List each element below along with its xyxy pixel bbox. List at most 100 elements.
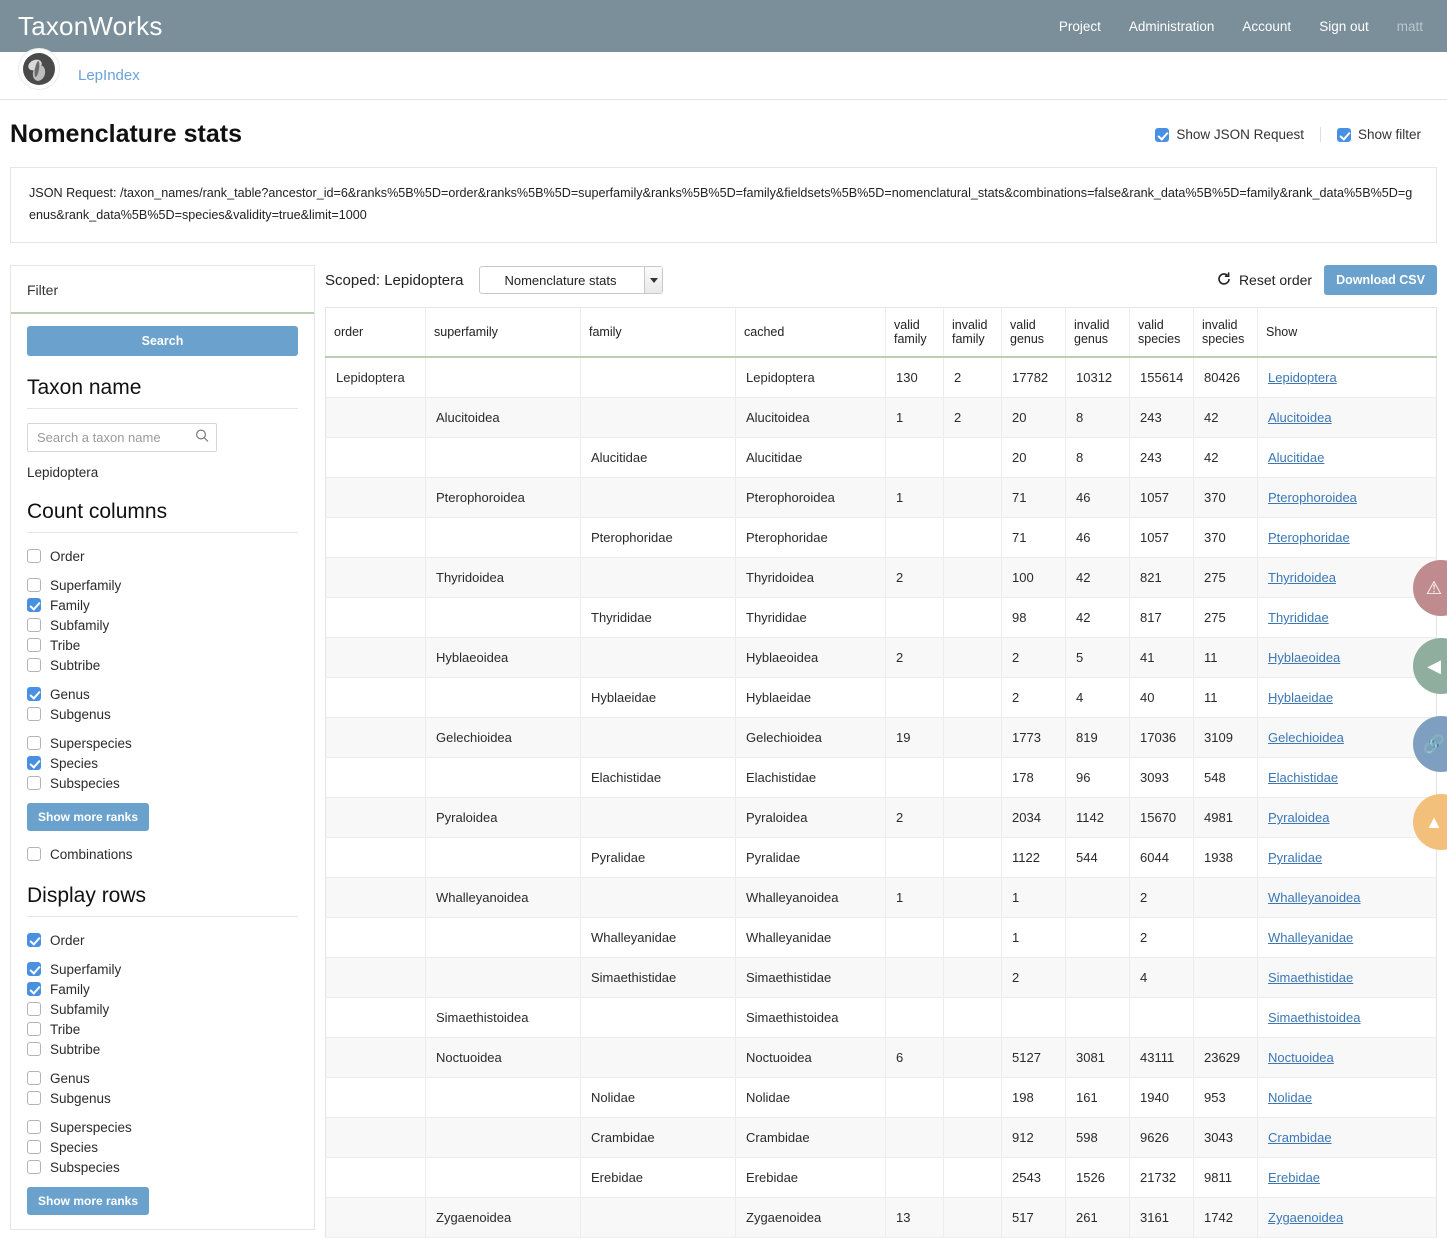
- show-json-request-toggle[interactable]: Show JSON Request: [1139, 127, 1320, 142]
- show-link[interactable]: Zygaenoidea: [1268, 1210, 1343, 1225]
- checkbox-row-combinations[interactable]: Combinations: [27, 844, 298, 864]
- count-superspecies-checkbox[interactable]: [27, 736, 41, 751]
- checkbox-row-count-species[interactable]: Species: [27, 753, 298, 773]
- count-species-checkbox[interactable]: [27, 756, 41, 771]
- radial-pin-button[interactable]: 🔗: [1413, 716, 1447, 772]
- show-link[interactable]: Pterophoroidea: [1268, 490, 1357, 505]
- display-family-checkbox[interactable]: [27, 982, 41, 997]
- show-filter-toggle[interactable]: Show filter: [1319, 127, 1437, 142]
- search-button[interactable]: Search: [27, 326, 298, 357]
- display-superspecies-checkbox[interactable]: [27, 1120, 41, 1135]
- display-subtribe-checkbox[interactable]: [27, 1042, 41, 1057]
- show-link[interactable]: Hyblaeidae: [1268, 690, 1333, 705]
- checkbox-row-display-order[interactable]: Order: [27, 930, 298, 950]
- app-brand[interactable]: TaxonWorks: [18, 11, 163, 42]
- display-subspecies-checkbox[interactable]: [27, 1160, 41, 1175]
- show-link[interactable]: Pterophoridae: [1268, 530, 1350, 545]
- show-link[interactable]: Simaethistoidea: [1268, 1010, 1361, 1025]
- checkbox-row-display-family[interactable]: Family: [27, 979, 298, 999]
- checkbox-row-display-subfamily[interactable]: Subfamily: [27, 999, 298, 1019]
- checkbox-row-count-subfamily[interactable]: Subfamily: [27, 615, 298, 635]
- count-order-checkbox[interactable]: [27, 549, 41, 564]
- project-name-link[interactable]: LepIndex: [78, 67, 140, 84]
- checkbox-row-display-tribe[interactable]: Tribe: [27, 1019, 298, 1039]
- display-superfamily-checkbox[interactable]: [27, 962, 41, 977]
- download-csv-button[interactable]: Download CSV: [1324, 265, 1437, 296]
- count-genus-checkbox[interactable]: [27, 687, 41, 702]
- checkbox-row-display-genus[interactable]: Genus: [27, 1068, 298, 1088]
- taxon-search-input[interactable]: [27, 423, 217, 453]
- checkbox-row-count-subtribe[interactable]: Subtribe: [27, 655, 298, 675]
- show-json-request-checkbox[interactable]: [1155, 127, 1170, 142]
- count-subfamily-checkbox[interactable]: [27, 618, 41, 633]
- show-link[interactable]: Whalleyanidae: [1268, 930, 1353, 945]
- column-header-cached[interactable]: cached: [735, 307, 886, 359]
- checkbox-row-display-species[interactable]: Species: [27, 1137, 298, 1157]
- column-header-valid-family[interactable]: valid family: [885, 307, 944, 359]
- checkbox-row-count-family[interactable]: Family: [27, 595, 298, 615]
- column-header-invalid-species[interactable]: invalid species: [1193, 307, 1258, 359]
- show-link[interactable]: Alucitoidea: [1268, 410, 1332, 425]
- column-header-valid-genus[interactable]: valid genus: [1001, 307, 1066, 359]
- show-link[interactable]: Hyblaeoidea: [1268, 650, 1340, 665]
- display-species-checkbox[interactable]: [27, 1140, 41, 1155]
- show-link[interactable]: Whalleyanoidea: [1268, 890, 1361, 905]
- show-link[interactable]: Crambidae: [1268, 1130, 1332, 1145]
- show-link[interactable]: Pyralidae: [1268, 850, 1322, 865]
- count-superfamily-checkbox[interactable]: [27, 578, 41, 593]
- display-rows-show-more-ranks-button[interactable]: Show more ranks: [27, 1187, 150, 1216]
- count-family-checkbox[interactable]: [27, 598, 41, 613]
- checkbox-row-display-superspecies[interactable]: Superspecies: [27, 1117, 298, 1137]
- show-link[interactable]: Nolidae: [1268, 1090, 1312, 1105]
- checkbox-row-display-subgenus[interactable]: Subgenus: [27, 1088, 298, 1108]
- show-link[interactable]: Lepidoptera: [1268, 370, 1337, 385]
- checkbox-row-display-subtribe[interactable]: Subtribe: [27, 1039, 298, 1059]
- checkbox-row-count-superfamily[interactable]: Superfamily: [27, 575, 298, 595]
- show-link[interactable]: Noctuoidea: [1268, 1050, 1334, 1065]
- column-header-order[interactable]: order: [325, 307, 426, 359]
- view-select[interactable]: Nomenclature stats: [479, 266, 664, 295]
- checkbox-row-count-superspecies[interactable]: Superspecies: [27, 733, 298, 753]
- count-subtribe-checkbox[interactable]: [27, 658, 41, 673]
- checkbox-row-count-genus[interactable]: Genus: [27, 684, 298, 704]
- nav-sign-out[interactable]: Sign out: [1319, 19, 1369, 34]
- show-link[interactable]: Gelechioidea: [1268, 730, 1344, 745]
- show-link[interactable]: Thyrididae: [1268, 610, 1329, 625]
- nav-project[interactable]: Project: [1059, 19, 1101, 34]
- column-header-invalid-family[interactable]: invalid family: [943, 307, 1002, 359]
- checkbox-row-count-tribe[interactable]: Tribe: [27, 635, 298, 655]
- show-link[interactable]: Alucitidae: [1268, 450, 1324, 465]
- nav-account[interactable]: Account: [1242, 19, 1291, 34]
- radial-up-button[interactable]: ▲: [1413, 794, 1447, 850]
- column-header-superfamily[interactable]: superfamily: [425, 307, 581, 359]
- combinations-checkbox[interactable]: [27, 847, 41, 862]
- display-order-checkbox[interactable]: [27, 933, 41, 948]
- column-header-invalid-genus[interactable]: invalid genus: [1065, 307, 1130, 359]
- display-genus-checkbox[interactable]: [27, 1071, 41, 1086]
- count-columns-show-more-ranks-button[interactable]: Show more ranks: [27, 803, 150, 832]
- count-subgenus-checkbox[interactable]: [27, 707, 41, 722]
- display-subgenus-checkbox[interactable]: [27, 1091, 41, 1106]
- display-subfamily-checkbox[interactable]: [27, 1002, 41, 1017]
- chevron-down-icon[interactable]: [644, 267, 663, 294]
- checkbox-row-display-subspecies[interactable]: Subspecies: [27, 1157, 298, 1177]
- count-tribe-checkbox[interactable]: [27, 638, 41, 653]
- show-filter-checkbox[interactable]: [1336, 127, 1351, 142]
- column-header-show[interactable]: Show: [1257, 307, 1437, 359]
- count-subspecies-checkbox[interactable]: [27, 776, 41, 791]
- checkbox-row-count-order[interactable]: Order: [27, 546, 298, 566]
- checkbox-row-count-subgenus[interactable]: Subgenus: [27, 704, 298, 724]
- radial-back-button[interactable]: ◀: [1413, 638, 1447, 694]
- show-link[interactable]: Pyraloidea: [1268, 810, 1329, 825]
- reset-order-button[interactable]: Reset order: [1216, 271, 1312, 290]
- show-link[interactable]: Erebidae: [1268, 1170, 1320, 1185]
- nav-administration[interactable]: Administration: [1129, 19, 1215, 34]
- checkbox-row-display-superfamily[interactable]: Superfamily: [27, 959, 298, 979]
- display-tribe-checkbox[interactable]: [27, 1022, 41, 1037]
- checkbox-row-count-subspecies[interactable]: Subspecies: [27, 773, 298, 793]
- show-link[interactable]: Simaethistidae: [1268, 970, 1353, 985]
- column-header-family[interactable]: family: [580, 307, 736, 359]
- column-header-valid-species[interactable]: valid species: [1129, 307, 1194, 359]
- show-link[interactable]: Elachistidae: [1268, 770, 1338, 785]
- show-link[interactable]: Thyridoidea: [1268, 570, 1336, 585]
